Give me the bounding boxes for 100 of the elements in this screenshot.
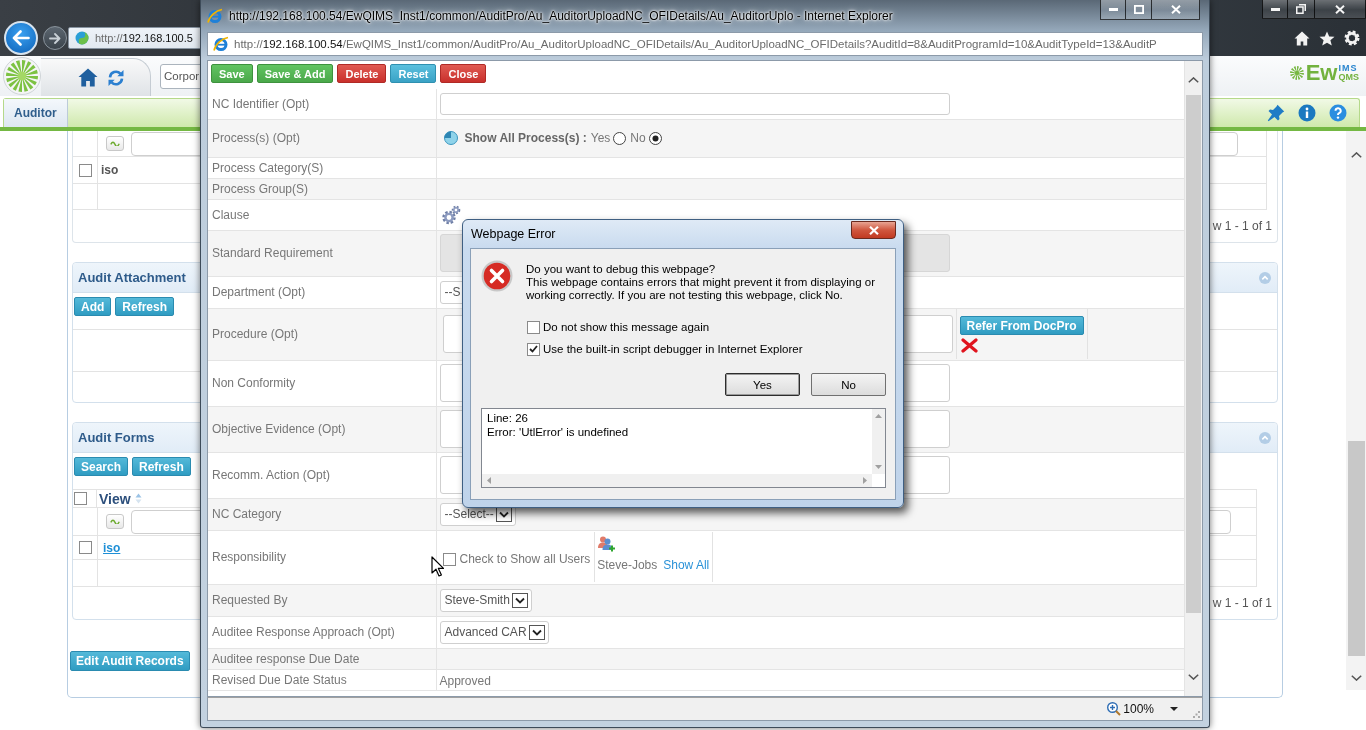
select-field[interactable]: Steve-Smith [439, 588, 532, 612]
checkbox[interactable] [78, 163, 92, 177]
error-details-field[interactable]: Line: 26 Error: 'UtlError' is undefined [481, 408, 886, 488]
arrow-right-icon [49, 32, 61, 44]
browser-icon [213, 36, 229, 52]
field-label: Auditee Response Approach (Opt) [208, 616, 436, 648]
pointer-cursor-icon [431, 556, 444, 577]
checkbox[interactable] [527, 320, 540, 334]
star-icon[interactable] [1319, 30, 1335, 46]
radio-group-label: Show All Process(s) : [464, 131, 587, 145]
close-button[interactable] [1152, 0, 1200, 20]
info-icon[interactable] [1298, 104, 1316, 122]
chevron-down-icon[interactable] [1350, 675, 1362, 681]
gears-icon[interactable] [440, 204, 461, 225]
radio-button[interactable] [613, 131, 627, 145]
checkbox-label[interactable]: Use the built-in script debugger in Internet Explorer [543, 343, 803, 355]
refresh-icon[interactable] [107, 68, 125, 87]
starburst-logo-icon[interactable] [3, 57, 41, 95]
maximize-button[interactable] [1126, 0, 1152, 20]
field-label: Clause [208, 199, 436, 230]
close-button[interactable] [1315, 0, 1366, 19]
dialog-button[interactable]: Yes [725, 373, 800, 396]
settings-icon[interactable] [1344, 30, 1360, 46]
panel-button[interactable]: Refresh [115, 297, 174, 316]
checkbox[interactable] [78, 541, 92, 554]
panel-title: Audit Forms [78, 430, 155, 445]
vertical-scrollbar[interactable] [1346, 131, 1366, 690]
zoom-in-icon[interactable] [1107, 702, 1122, 716]
checkmark-icon [529, 345, 538, 353]
triangle-right-icon[interactable] [863, 477, 867, 484]
close-icon [1335, 4, 1345, 14]
home-icon[interactable] [78, 68, 98, 87]
toolbar-button[interactable]: Save [211, 64, 253, 83]
refer-button[interactable]: Refer From DocPro [959, 316, 1084, 335]
chevron-up-icon[interactable] [1350, 152, 1362, 158]
field-label: Process(s) (Opt) [208, 119, 436, 157]
help-icon[interactable] [1329, 104, 1347, 122]
horizontal-scrollbar[interactable] [482, 474, 872, 487]
toolbar-button[interactable]: Reset [390, 64, 437, 83]
address-bar[interactable]: http://192.168.100.54/EwQIMS_Inst1/common/AuditPro/Au_AuditorUploadNC_OFIDetails/Au_AuditorUploadNC_OFIDetails?AuditId=8&AuditProgramId=10&AuditTypeId=13&AuditP [207, 32, 1203, 56]
edit-records-button[interactable]: Edit Audit Records [70, 651, 190, 671]
panel-button[interactable]: Search [74, 457, 129, 476]
back-button[interactable] [4, 21, 38, 55]
chevron-down-icon [511, 592, 528, 608]
minimize-button[interactable] [1100, 0, 1126, 20]
tilde-icon [110, 519, 120, 524]
field-label: Process Category(S) [208, 157, 436, 178]
field-label: Standard Requirement [208, 230, 436, 276]
select-field[interactable]: Advanced CAR [439, 620, 549, 644]
pushpin-icon[interactable] [1267, 104, 1285, 122]
nav-tab[interactable]: Auditor [4, 99, 68, 127]
toolbar-button[interactable]: Close [440, 64, 487, 83]
restore-button[interactable] [1288, 0, 1315, 19]
radio-label[interactable]: Yes [590, 131, 611, 145]
checkbox[interactable] [527, 342, 540, 356]
field-label: Non Conformity [208, 360, 436, 406]
caret-down-icon[interactable] [1170, 707, 1178, 711]
resize-grip-icon[interactable] [1193, 711, 1200, 718]
panel-button[interactable]: Refresh [132, 457, 191, 476]
site-icon [75, 31, 89, 45]
chevron-up-icon[interactable] [1188, 77, 1199, 83]
field-label: Auditee response Due Date [208, 648, 436, 669]
home-icon[interactable] [1294, 30, 1310, 46]
minimize-button[interactable] [1262, 0, 1288, 19]
toolbar-button[interactable]: Save & Add [256, 64, 334, 83]
radio-label[interactable]: No [630, 131, 646, 145]
scrollbar-thumb[interactable] [1186, 95, 1201, 613]
user-name: Steve-Jobs [597, 558, 658, 572]
dialog-button[interactable]: No [811, 373, 886, 396]
toolbar-button[interactable]: Delete [337, 64, 387, 83]
checkbox-label[interactable]: Do not show this message again [543, 321, 710, 333]
triangle-left-icon[interactable] [487, 477, 491, 484]
checkbox-label[interactable]: Check to Show all Users [459, 552, 591, 566]
filter-button[interactable] [106, 514, 124, 529]
checkbox[interactable] [442, 552, 456, 566]
people-plus-icon[interactable] [597, 536, 616, 552]
cross-icon[interactable] [960, 338, 978, 353]
row-link[interactable]: iso [103, 540, 121, 555]
chevron-down-icon [528, 624, 545, 640]
field-label: Process Group(S) [208, 178, 436, 199]
triangle-up-icon[interactable] [875, 414, 882, 418]
vertical-scrollbar[interactable] [1184, 61, 1202, 696]
filter-button[interactable] [106, 136, 124, 151]
minimize-icon [1270, 7, 1280, 11]
field-label: Procedure (Opt) [208, 308, 436, 360]
restore-icon [1296, 4, 1306, 14]
scrollbar-thumb[interactable] [1347, 441, 1365, 656]
vertical-scrollbar[interactable] [872, 409, 885, 474]
radio-button[interactable] [648, 131, 662, 145]
close-button[interactable] [851, 221, 896, 239]
zoom-level[interactable]: 100% [1123, 702, 1154, 716]
panel-button[interactable]: Add [74, 297, 112, 316]
column-header[interactable]: View [99, 490, 131, 507]
text-input[interactable] [439, 92, 950, 115]
forward-button[interactable] [43, 26, 67, 50]
minimize-icon [1108, 8, 1118, 11]
checkbox[interactable] [74, 492, 87, 505]
show-all-link[interactable]: Show All [663, 558, 710, 572]
chevron-down-icon[interactable] [1188, 674, 1199, 680]
triangle-down-icon[interactable] [875, 465, 882, 469]
